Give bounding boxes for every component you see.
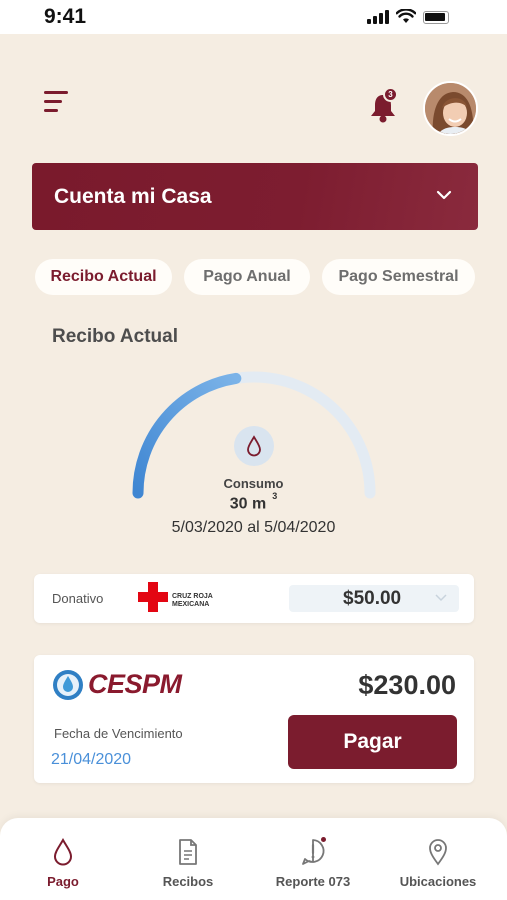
due-date: 21/04/2020 bbox=[51, 751, 132, 768]
wifi-icon bbox=[396, 9, 416, 23]
section-title: Recibo Actual bbox=[52, 326, 178, 347]
billing-period: 5/03/2020 al 5/04/2020 bbox=[171, 519, 336, 536]
pay-button[interactable]: Pagar bbox=[288, 715, 457, 769]
nav-label-ubicaciones: Ubicaciones bbox=[399, 874, 477, 889]
nav-label-pago: Pago bbox=[47, 874, 79, 889]
status-time: 9:41 bbox=[44, 5, 87, 28]
status-bar: 9:41 bbox=[0, 0, 507, 34]
bottom-nav: Pago Recibos Reporte 073 Ubicaciones bbox=[0, 818, 507, 900]
donation-amount-select[interactable]: $50.00 bbox=[289, 585, 459, 612]
account-name: Cuenta mi Casa bbox=[54, 185, 212, 208]
status-icons bbox=[367, 9, 449, 24]
nav-item-reporte[interactable]: Reporte 073 bbox=[253, 836, 373, 889]
donation-amount: $50.00 bbox=[343, 588, 402, 609]
notifications-button[interactable]: 3 bbox=[368, 87, 400, 124]
document-icon bbox=[179, 839, 197, 865]
nav-item-ubicaciones[interactable]: Ubicaciones bbox=[378, 836, 498, 889]
tab-pago-anual[interactable]: Pago Anual bbox=[184, 259, 310, 295]
cespm-emblem-icon bbox=[53, 670, 83, 700]
bill-card: CESPM $230.00 Fecha de Vencimiento 21/04… bbox=[34, 655, 474, 783]
tab-pago-semestral[interactable]: Pago Semestral bbox=[322, 259, 475, 295]
nav-item-recibos[interactable]: Recibos bbox=[128, 836, 248, 889]
donation-card: Donativo CRUZ ROJA MEXICANA $50.00 bbox=[34, 574, 474, 623]
bill-amount: $230.00 bbox=[358, 670, 456, 700]
due-date-label: Fecha de Vencimiento bbox=[54, 726, 183, 741]
drop-icon bbox=[53, 838, 73, 866]
donation-label: Donativo bbox=[52, 591, 104, 606]
consumption-label: Consumo bbox=[223, 476, 284, 491]
bill-tabs: Recibo Actual Pago Anual Pago Semestral bbox=[0, 259, 507, 295]
menu-icon bbox=[44, 91, 68, 94]
chevron-down-icon bbox=[436, 190, 452, 200]
user-photo bbox=[425, 83, 476, 134]
consumption-drop bbox=[234, 426, 274, 466]
water-drop-icon bbox=[247, 435, 261, 457]
nav-label-recibos: Recibos bbox=[162, 874, 214, 889]
signal-icon bbox=[367, 10, 389, 24]
reporte-notification-dot bbox=[321, 837, 326, 842]
nav-label-reporte: Reporte 073 bbox=[275, 874, 351, 889]
battery-icon bbox=[423, 11, 449, 24]
chevron-down-icon bbox=[435, 594, 447, 602]
consumption-value: 30 m3 bbox=[229, 491, 278, 513]
cespm-wordmark: CESPM bbox=[88, 669, 182, 699]
notification-badge: 3 bbox=[383, 87, 398, 102]
account-selector[interactable]: Cuenta mi Casa bbox=[32, 163, 478, 230]
location-pin-icon bbox=[429, 839, 447, 866]
cespm-logo: CESPM bbox=[52, 669, 182, 705]
avatar[interactable] bbox=[423, 81, 478, 136]
tab-recibo-actual[interactable]: Recibo Actual bbox=[35, 259, 172, 295]
cruz-roja-logo: CRUZ ROJA MEXICANA bbox=[138, 582, 228, 614]
nav-item-pago[interactable]: Pago bbox=[3, 836, 123, 889]
menu-button[interactable] bbox=[44, 91, 70, 113]
